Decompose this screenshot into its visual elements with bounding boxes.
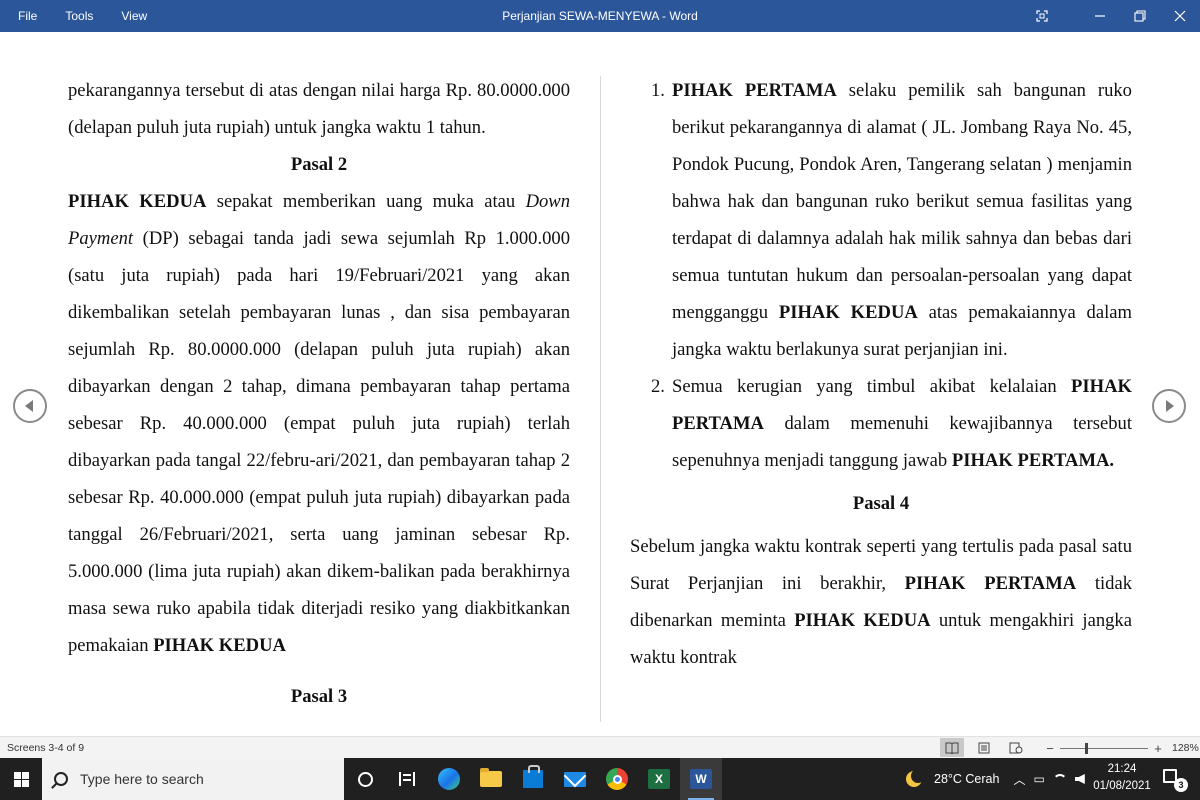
edge-button[interactable] [428, 758, 470, 800]
restore-icon [1134, 10, 1146, 22]
clock-date: 01/08/2021 [1093, 780, 1151, 792]
chevron-up-icon[interactable]: ︿ [1013, 771, 1025, 788]
fit-screen-icon [1036, 10, 1048, 22]
clock-time: 21:24 [1107, 763, 1137, 775]
window-controls [1022, 0, 1200, 32]
system-tray: 28°C Cerah ︿ ▭ [900, 758, 1085, 800]
mail-button[interactable] [554, 758, 596, 800]
left-page: pekarangannya tersebut di atas dengan ni… [68, 72, 570, 715]
list-item: 1. PIHAK PERTAMA selaku pemilik sah bang… [630, 72, 1132, 368]
arrow-right-icon [1166, 400, 1174, 412]
search-icon [54, 772, 68, 786]
party-one-label: PIHAK PERTAMA. [951, 450, 1115, 471]
next-screen-button[interactable] [1152, 389, 1186, 423]
web-layout-button[interactable] [1004, 738, 1028, 757]
window-title: Perjanjian SEWA-MENYEWA - Word [502, 9, 698, 23]
screen-counter: Screens 3-4 of 9 [7, 742, 85, 754]
heading-pasal-3: Pasal 3 [290, 686, 348, 707]
taskbar-apps: X W [344, 758, 722, 800]
notification-badge: 3 [1174, 778, 1188, 792]
list-number: 2. [651, 376, 665, 397]
zoom-slider-thumb[interactable] [1084, 742, 1088, 754]
cortana-icon [357, 771, 373, 787]
speaker-icon[interactable] [1074, 774, 1085, 784]
chrome-button[interactable] [596, 758, 638, 800]
fit-screen-button[interactable] [1022, 0, 1062, 32]
party-two-label: PIHAK KEDUA [778, 302, 918, 323]
menu-view[interactable]: View [113, 0, 155, 32]
cortana-button[interactable] [344, 758, 386, 800]
party-one-label: PIHAK PERTAMA [672, 80, 837, 101]
text-span: (DP) sebagai tanda jadi sewa sejumlah Rp… [68, 228, 570, 656]
list-item: 2. Semua kerugian yang timbul akibat kel… [630, 368, 1132, 479]
weather-moon-icon[interactable] [906, 769, 925, 787]
zoom-in-button[interactable]: + [1152, 741, 1164, 756]
word-icon: W [690, 769, 712, 789]
page-divider [600, 76, 601, 722]
taskbar: Type here to search X W 28°C Cerah ︿ ▭ 2… [0, 758, 1200, 800]
previous-screen-button[interactable] [13, 389, 47, 423]
menu-tools[interactable]: Tools [57, 0, 101, 32]
minimize-icon [1095, 15, 1105, 17]
start-button[interactable] [0, 758, 42, 800]
edge-icon [438, 768, 460, 790]
menu-bar: File Tools View [0, 0, 167, 32]
store-button[interactable] [512, 758, 554, 800]
close-icon [1174, 10, 1186, 22]
list-number: 1. [651, 80, 665, 101]
mail-icon [564, 771, 586, 787]
paragraph-pasal1-end: pekarangannya tersebut di atas dengan ni… [68, 80, 570, 138]
restore-button[interactable] [1120, 0, 1160, 32]
party-two-label: PIHAK KEDUA [794, 610, 931, 631]
status-bar: Screens 3-4 of 9 − + 128% [0, 736, 1200, 758]
excel-button[interactable]: X [638, 758, 680, 800]
chrome-icon [606, 768, 628, 790]
print-layout-button[interactable] [972, 738, 996, 757]
heading-pasal-4: Pasal 4 [852, 493, 910, 514]
party-two-label: PIHAK KEDUA [153, 635, 286, 656]
right-page: 1. PIHAK PERTAMA selaku pemilik sah bang… [630, 72, 1132, 676]
wifi-icon[interactable] [1052, 774, 1067, 784]
text-span: Semua kerugian yang timbul akibat kelala… [672, 376, 1072, 397]
windows-logo-icon [13, 771, 29, 787]
menu-file[interactable]: File [10, 0, 45, 32]
page-icon [978, 742, 990, 753]
close-button[interactable] [1160, 0, 1200, 32]
zoom-control: − + 128% [1044, 737, 1199, 759]
weather-text[interactable]: 28°C Cerah [934, 772, 999, 786]
word-button[interactable]: W [680, 758, 722, 800]
file-explorer-icon [480, 768, 502, 787]
task-view-button[interactable] [386, 758, 428, 800]
zoom-level[interactable]: 128% [1172, 742, 1199, 754]
book-icon [945, 742, 959, 754]
heading-pasal-2: Pasal 2 [290, 154, 348, 175]
read-mode-button[interactable] [940, 738, 964, 757]
notification-center-button[interactable]: 3 [1160, 766, 1188, 792]
battery-icon[interactable]: ▭ [1033, 772, 1044, 786]
text-span: sepakat memberikan uang muka atau [206, 191, 526, 212]
paragraph-pasal-2: PIHAK KEDUA sepakat memberikan uang muka… [68, 183, 570, 664]
minimize-button[interactable] [1080, 0, 1120, 32]
taskbar-search[interactable]: Type here to search [42, 758, 344, 800]
zoom-slider[interactable] [1060, 742, 1148, 754]
title-bar: File Tools View Perjanjian SEWA-MENYEWA … [0, 0, 1200, 32]
excel-icon: X [648, 769, 670, 789]
web-layout-icon [1009, 742, 1023, 753]
paragraph-pasal-4: Sebelum jangka waktu kontrak seperti yan… [630, 528, 1132, 676]
task-view-icon [399, 772, 415, 786]
store-icon [523, 765, 543, 788]
zoom-out-button[interactable]: − [1044, 741, 1056, 756]
file-explorer-button[interactable] [470, 758, 512, 800]
clock[interactable]: 21:24 01/08/2021 [1092, 761, 1152, 795]
search-placeholder: Type here to search [80, 771, 204, 787]
text-span: selaku pemilik sah bangunan ruko berikut… [672, 80, 1132, 323]
view-switcher [940, 738, 1036, 757]
arrow-left-icon [25, 400, 33, 412]
party-two-label: PIHAK KEDUA [68, 191, 207, 212]
party-one-label: PIHAK PERTAMA [904, 573, 1077, 594]
reading-view: pekarangannya tersebut di atas dengan ni… [0, 32, 1200, 736]
